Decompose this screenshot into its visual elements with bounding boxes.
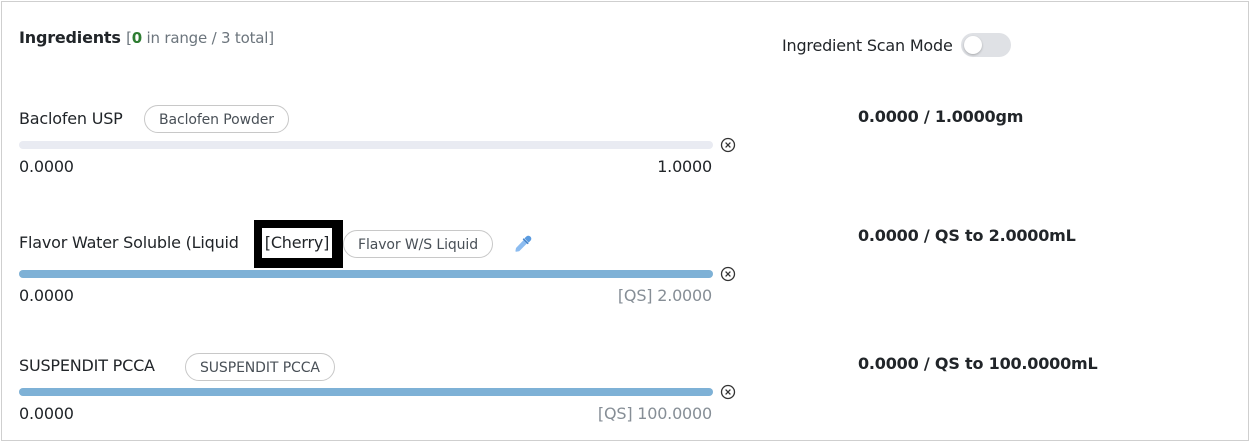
- ingredient-progress-track: [19, 388, 713, 396]
- ingredients-panel: Ingredients [0 in range / 3 total] Ingre…: [1, 1, 1249, 441]
- toggle-knob: [963, 36, 982, 54]
- ingredient-amount: 0.0000 / 1.0000gm: [858, 107, 1024, 126]
- flavor-highlight-box: [Cherry]: [254, 220, 343, 268]
- eyedropper-icon[interactable]: [513, 234, 533, 254]
- ingredient-min-value: 0.0000: [19, 286, 74, 305]
- ingredient-amount: 0.0000 / QS to 2.0000mL: [858, 226, 1076, 245]
- ingredient-chip[interactable]: Flavor W/S Liquid: [343, 230, 494, 258]
- ingredients-header: Ingredients [0 in range / 3 total]: [19, 28, 274, 47]
- ingredient-progress-fill: [19, 270, 713, 278]
- flavor-label: [Cherry]: [262, 228, 332, 258]
- ingredient-max-value: [QS] 100.0000: [597, 404, 712, 423]
- ingredient-name: SUSPENDIT PCCA: [19, 356, 155, 375]
- ingredient-amount: 0.0000 / QS to 100.0000mL: [858, 354, 1098, 373]
- ingredient-progress-fill: [19, 388, 713, 396]
- remove-ingredient-icon[interactable]: [720, 384, 736, 400]
- ingredient-chip[interactable]: SUSPENDIT PCCA: [185, 353, 335, 381]
- scan-mode-label: Ingredient Scan Mode: [782, 35, 953, 55]
- ingredient-min-value: 0.0000: [19, 157, 74, 176]
- remove-ingredient-icon[interactable]: [720, 137, 736, 153]
- ingredient-max-value: [QS] 2.0000: [617, 286, 712, 305]
- ingredient-progress-track: [19, 141, 713, 149]
- ingredient-name: Flavor Water Soluble (Liquid: [19, 233, 239, 252]
- remove-ingredient-icon[interactable]: [720, 266, 736, 282]
- scan-mode-control: Ingredient Scan Mode: [782, 33, 1011, 57]
- ingredients-count: [0 in range / 3 total]: [126, 29, 274, 47]
- ingredient-min-value: 0.0000: [19, 404, 74, 423]
- ingredients-title: Ingredients: [19, 28, 121, 47]
- ingredient-name: Baclofen USP: [19, 109, 123, 128]
- ingredient-progress-track: [19, 270, 713, 278]
- in-range-count: 0: [131, 29, 142, 47]
- scan-mode-toggle[interactable]: [960, 33, 1011, 57]
- ingredient-chip[interactable]: Baclofen Powder: [144, 105, 289, 133]
- ingredient-max-value: 1.0000: [657, 157, 712, 176]
